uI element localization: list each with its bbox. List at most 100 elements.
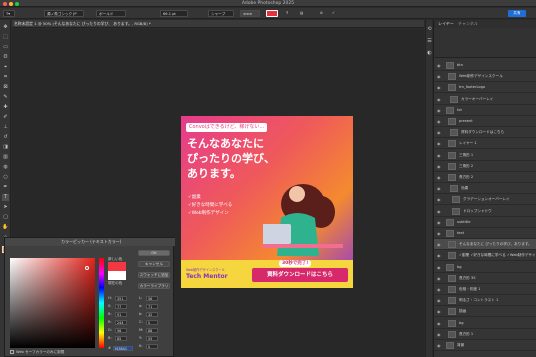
color-library-button[interactable]: カラーライブラリ xyxy=(138,283,170,289)
g-input[interactable]: 56 xyxy=(115,328,127,333)
panels-toggle-icon[interactable]: ▤ xyxy=(298,10,306,17)
layer-filter-controls[interactable] xyxy=(434,28,536,58)
layer-row[interactable]: ◉ グラデーションオーバーレイ xyxy=(434,194,536,206)
visibility-eye-icon[interactable]: ◉ xyxy=(437,273,442,283)
k-input[interactable]: 0 xyxy=(146,344,158,349)
visibility-eye-icon[interactable]: ◉ xyxy=(437,94,442,104)
layer-row[interactable]: ◉ bg xyxy=(434,262,536,273)
layer-row[interactable]: ◉ ドロップシャドウ xyxy=(434,206,536,217)
layer-row[interactable]: ◉ 明るさ・コントラスト 1 xyxy=(434,295,536,307)
dodge-tool-icon[interactable]: ○ xyxy=(2,174,9,181)
tool-preset-picker[interactable]: T▾ xyxy=(3,10,15,17)
cta-button[interactable]: 資料ダウンロードはこちら xyxy=(252,268,348,282)
tab-channels[interactable]: チャンネル xyxy=(458,21,478,27)
visibility-eye-icon[interactable]: ◉ xyxy=(437,127,442,137)
lasso-tool-icon[interactable]: ʘ xyxy=(2,54,9,61)
healing-tool-icon[interactable]: ✚ xyxy=(2,104,9,111)
visibility-eye-icon[interactable]: ◉ xyxy=(437,340,442,350)
align-buttons[interactable]: ≡≡≡ xyxy=(240,10,260,17)
visibility-eye-icon[interactable]: ◉ xyxy=(437,105,442,115)
web-only-checkbox[interactable] xyxy=(10,350,14,354)
cancel-edit-icon[interactable]: ⊘ xyxy=(318,10,326,17)
blue-input[interactable]: 85 xyxy=(115,336,127,341)
color-field-cursor-icon[interactable] xyxy=(85,266,89,270)
frame-tool-icon[interactable]: ⊠ xyxy=(2,84,9,91)
tab-layers[interactable]: レイヤー xyxy=(438,21,454,27)
pen-tool-icon[interactable]: ✒ xyxy=(2,184,9,191)
warp-text-icon[interactable]: Ŧ xyxy=(284,10,292,17)
marquee-tool-icon[interactable]: ▭ xyxy=(2,44,9,51)
visibility-eye-icon[interactable]: ◉ xyxy=(437,217,442,227)
commit-edit-icon[interactable]: ✓ xyxy=(330,10,338,17)
visibility-eye-icon[interactable]: ◉ xyxy=(437,262,442,272)
visibility-eye-icon[interactable]: ◉ xyxy=(437,228,442,238)
font-family-select[interactable]: 源ノ角ゴシック JP xyxy=(44,10,84,17)
type-tool-icon[interactable]: T xyxy=(2,194,9,201)
eyedropper-tool-icon[interactable]: ✎ xyxy=(2,94,9,101)
antialias-select[interactable]: シャープ xyxy=(208,10,234,17)
layer-row[interactable]: ◉ 背景 xyxy=(434,340,536,351)
visibility-eye-icon[interactable]: ◉ xyxy=(437,284,442,294)
font-style-select[interactable]: ボールド xyxy=(96,10,126,17)
visibility-eye-icon[interactable]: ◉ xyxy=(437,150,442,160)
visibility-eye-icon[interactable]: ◉ xyxy=(437,60,442,70)
hue-slider[interactable] xyxy=(99,258,104,348)
visibility-eye-icon[interactable]: ◉ xyxy=(437,183,442,193)
current-color-swatch[interactable] xyxy=(108,271,126,280)
lab-b-input[interactable]: 32 xyxy=(146,312,158,317)
shape-tool-icon[interactable]: ▢ xyxy=(2,214,9,221)
gradient-tool-icon[interactable]: ▥ xyxy=(2,154,9,161)
adjustments-panel-icon[interactable]: ◐ xyxy=(427,50,432,57)
crop-tool-icon[interactable]: ⌗ xyxy=(2,74,9,81)
m-input[interactable]: 88 xyxy=(146,328,158,333)
stamp-tool-icon[interactable]: ⊥ xyxy=(2,124,9,131)
font-size-select[interactable]: 66.1 pt xyxy=(160,10,188,17)
hand-tool-icon[interactable]: ✋ xyxy=(2,224,9,231)
path-select-tool-icon[interactable]: ➤ xyxy=(2,204,9,211)
brush-tool-icon[interactable]: ✐ xyxy=(2,114,9,121)
object-select-tool-icon[interactable]: ⌖ xyxy=(2,64,9,71)
visibility-eye-icon[interactable]: ◉ xyxy=(437,161,442,171)
eraser-tool-icon[interactable]: ◨ xyxy=(2,144,9,151)
layer-row[interactable]: ◉ 効果 xyxy=(434,183,536,195)
layer-row[interactable]: ◉ そんなあなたに ぴったりの学び、あります。 xyxy=(434,239,536,251)
b-input[interactable]: 91 xyxy=(115,312,127,317)
h-input[interactable]: 351 xyxy=(115,296,127,301)
layer-row[interactable]: ◉ 長方形 2 xyxy=(434,172,536,183)
layer-row[interactable]: ◉ 資料ダウンロードはこちら xyxy=(434,127,536,139)
history-brush-tool-icon[interactable]: ↺ xyxy=(2,134,9,141)
layer-row[interactable]: ◉ txt xyxy=(434,105,536,116)
layer-row[interactable]: ◉ subtitle xyxy=(434,217,536,228)
visibility-eye-icon[interactable]: ◉ xyxy=(437,239,442,249)
properties-panel-icon[interactable]: ☰ xyxy=(427,38,432,45)
visibility-eye-icon[interactable]: ◉ xyxy=(437,206,442,216)
layer-row[interactable]: ◉ 描画 xyxy=(434,306,536,318)
visibility-eye-icon[interactable]: ◉ xyxy=(437,250,442,260)
add-swatch-button[interactable]: スウォッチに追加 xyxy=(138,272,170,278)
layer-row[interactable]: ◉ 三角形 2 xyxy=(434,161,536,172)
layer-row[interactable]: ◉ ✓副業 ✓好きな時間に学べる ✓Web制作デザイン xyxy=(434,250,536,262)
y-input[interactable]: 55 xyxy=(146,336,158,341)
layer-row[interactable]: ◉ Web制作デザインスクール xyxy=(434,71,536,83)
r-input[interactable]: 244 xyxy=(115,320,127,325)
saturation-brightness-field[interactable] xyxy=(10,258,95,348)
layer-row[interactable]: ◉ レイヤー 1 xyxy=(434,138,536,150)
text-color-swatch[interactable] xyxy=(266,10,278,17)
layer-row[interactable]: ◉ tm_footerLogo xyxy=(434,82,536,94)
visibility-eye-icon[interactable]: ◉ xyxy=(437,318,442,328)
l-input[interactable]: 56 xyxy=(146,296,158,301)
visibility-eye-icon[interactable]: ◉ xyxy=(437,295,442,305)
a-input[interactable]: 71 xyxy=(146,304,158,309)
c-input[interactable]: 0 xyxy=(146,320,158,325)
layer-row[interactable]: ◉ bg xyxy=(434,318,536,329)
visibility-eye-icon[interactable]: ◉ xyxy=(437,82,442,92)
artboard-tool-icon[interactable]: ⬚ xyxy=(2,34,9,41)
layer-row[interactable]: ◉ 長方形 1 xyxy=(434,329,536,340)
visibility-eye-icon[interactable]: ◉ xyxy=(437,306,442,316)
layer-row[interactable]: ◉ カラーオーバーレイ xyxy=(434,94,536,105)
share-button[interactable]: 共有 xyxy=(508,10,526,17)
move-tool-icon[interactable]: ✥ xyxy=(2,24,9,31)
hex-input[interactable]: f43841 xyxy=(113,346,133,351)
document-tab[interactable]: 名称未設定 1 @ 50% (そんなあなたに ぴったりの学び、 あります。, R… xyxy=(12,20,424,28)
visibility-eye-icon[interactable]: ◉ xyxy=(437,138,442,148)
